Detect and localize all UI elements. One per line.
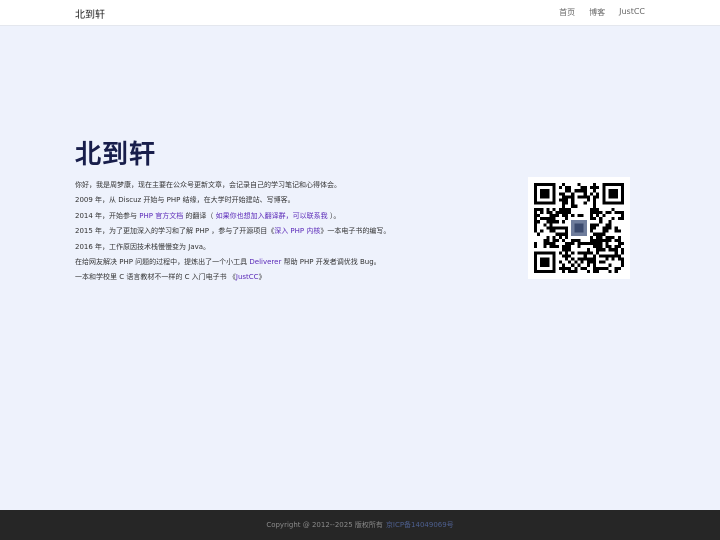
intro-line-6: 在给网友解决 PHP 问题的过程中，提炼出了一个小工具 Deliverer 帮助… xyxy=(75,255,495,270)
php-docs-link[interactable]: PHP 官方文档 xyxy=(139,212,183,220)
page-title: 北到轩 xyxy=(75,140,157,170)
intro-line-3: 2014 年，开始参与 PHP 官方文档 的翻译（ 如果你也想加入翻译群，可以联… xyxy=(75,209,495,224)
nav-justcc-link[interactable]: JustCC xyxy=(619,7,645,18)
footer: Copyright @ 2012--2025 版权所有 京ICP备1404906… xyxy=(0,510,720,540)
icp-link[interactable]: 京ICP备14049069号 xyxy=(386,520,454,530)
brand-link[interactable]: 北到轩 xyxy=(75,6,105,21)
intro-line-1: 你好，我是周梦康，现在主要在公众号更新文章，会记录自己的学习笔记和心得体会。 xyxy=(75,181,341,189)
intro-line-6-text-b: 帮助 PHP 开发者调优找 Bug。 xyxy=(281,258,381,267)
deliverer-link[interactable]: Deliverer xyxy=(249,258,281,266)
intro-line-6-text-a: 在给网友解决 PHP 问题的过程中，提炼出了一个小工具 xyxy=(75,258,250,267)
top-navbar: 北到轩 首页 博客 JustCC xyxy=(0,0,720,26)
intro-line-4-text-b: 》一本电子书的编写。 xyxy=(320,227,391,236)
intro-line-4-text-a: 2015 年，为了更加深入的学习和了解 PHP ，参与了开源项目《 xyxy=(75,227,275,236)
intro-line-3-text-c: ）。 xyxy=(327,211,341,220)
nav-blog-link[interactable]: 博客 xyxy=(589,7,605,18)
copyright-text: Copyright @ 2012--2025 版权所有 xyxy=(266,521,383,529)
qr-code-icon xyxy=(534,183,624,273)
intro-line-7-text-a: 一本和学校里 C 语言教材不一样的 C 入门电子书 《 xyxy=(75,273,236,282)
intro-line-4: 2015 年，为了更加深入的学习和了解 PHP ，参与了开源项目《深入 PHP … xyxy=(75,224,495,239)
nav-links: 首页 博客 JustCC xyxy=(559,7,645,18)
justcc-book-link[interactable]: JustCC xyxy=(236,273,259,281)
intro-line-7: 一本和学校里 C 语言教材不一样的 C 入门电子书 《JustCC》 xyxy=(75,270,495,285)
intro-line-2: 2009 年，从 Discuz 开始与 PHP 结缘，在大学时开始建站、写博客。 xyxy=(75,196,295,205)
intro-line-3-text-a: 2014 年，开始参与 xyxy=(75,211,140,220)
wechat-qr-code xyxy=(528,177,630,279)
intro-line-3-text-b: 的翻译（ xyxy=(183,211,216,220)
intro-line-5: 2016 年，工作原因技术栈慢慢变为 Java。 xyxy=(75,242,211,251)
nav-home-link[interactable]: 首页 xyxy=(559,7,575,18)
php-internals-link[interactable]: 深入 PHP 内核 xyxy=(274,227,320,235)
intro-text: 你好，我是周梦康，现在主要在公众号更新文章，会记录自己的学习笔记和心得体会。 2… xyxy=(75,178,495,286)
translation-group-link[interactable]: 如果你也想加入翻译群，可以联系我 xyxy=(216,212,328,220)
intro-line-7-text-b: 》 xyxy=(258,273,266,282)
